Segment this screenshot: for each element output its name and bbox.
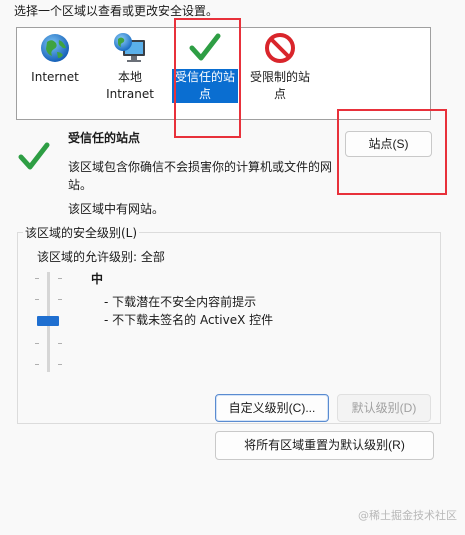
zone-label: Internet — [31, 70, 79, 84]
zone-description-line: 站。 — [68, 178, 93, 192]
slider-tick — [58, 299, 62, 300]
slider-tick — [35, 343, 39, 344]
security-level-label: 该区域的安全级别(L) — [23, 224, 140, 241]
security-slider-thumb[interactable] — [37, 316, 59, 326]
slider-tick — [58, 364, 62, 365]
security-level-name: 中 — [91, 272, 104, 286]
allowed-levels-text: 该区域的允许级别: 全部 — [37, 250, 165, 264]
zone-status: 该区域中有网站。 — [68, 202, 165, 216]
restricted-icon — [264, 32, 296, 69]
slider-tick — [58, 278, 62, 279]
slider-tick — [58, 343, 62, 344]
security-bullet: - 不下载未签名的 ActiveX 控件 — [104, 313, 274, 327]
zone-label: 受限制的站 点 — [249, 70, 310, 101]
zone-title: 受信任的站点 — [68, 131, 141, 145]
zone-list: Internet 本地 Intranet 受信任的站 点 受限制的站 点 — [16, 27, 431, 120]
reset-all-zones-button[interactable]: 将所有区域重置为默认级别(R) — [215, 431, 434, 460]
watermark: @稀土掘金技术社区 — [358, 509, 457, 522]
zone-description-line: 该区域包含你确信不会损害你的计算机或文件的网 — [68, 160, 333, 174]
default-level-button[interactable]: 默认级别(D) — [337, 394, 431, 422]
globe-icon — [39, 32, 71, 69]
zone-local-intranet[interactable]: 本地 Intranet — [99, 30, 161, 102]
zone-label: 受信任的站 点 — [172, 69, 238, 103]
slider-tick — [35, 299, 39, 300]
zone-label: 本地 Intranet — [106, 70, 154, 101]
custom-level-button[interactable]: 自定义级别(C)... — [215, 394, 329, 422]
zone-description: 该区域包含你确信不会损害你的计算机或文件的网 站。 — [68, 158, 338, 194]
checkmark-icon — [18, 140, 50, 175]
checkmark-icon — [189, 31, 221, 68]
zone-restricted-sites[interactable]: 受限制的站 点 — [247, 30, 313, 102]
zone-internet[interactable]: Internet — [25, 30, 85, 90]
security-bullet: - 下载潜在不安全内容前提示 — [104, 295, 257, 309]
zone-trusted-sites[interactable]: 受信任的站 点 — [172, 30, 238, 103]
local-intranet-icon — [113, 32, 147, 69]
sites-button[interactable]: 站点(S) — [345, 131, 432, 157]
slider-tick — [35, 364, 39, 365]
slider-tick — [35, 278, 39, 279]
instruction-text: 选择一个区域以查看或更改安全设置。 — [14, 4, 219, 18]
